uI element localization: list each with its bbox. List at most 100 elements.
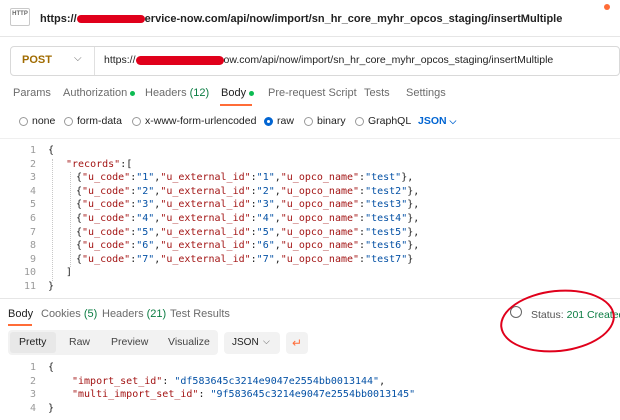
tab-tests[interactable]: Tests [364, 87, 390, 99]
line-number: 9 [29, 253, 36, 265]
json-string: "1" [256, 172, 275, 184]
code-line: {"u_code":"5","u_external_id":"5","u_opc… [76, 227, 419, 238]
view-raw-button[interactable]: Raw [69, 336, 90, 348]
json-key: "u_opco_name" [280, 172, 360, 184]
view-visualize-button[interactable]: Visualize [168, 336, 210, 348]
json-string: "test4" [365, 213, 408, 224]
json-key: "u_code" [82, 213, 131, 224]
json-string: "3" [256, 199, 275, 211]
tab-body[interactable]: Body [221, 87, 255, 99]
json-string: "4" [256, 213, 275, 224]
chevron-down-icon: ⌵ [263, 336, 270, 346]
json-string: "5" [256, 226, 275, 238]
response-tab-cookies-label: Cookies [41, 308, 81, 320]
code-line: } [48, 403, 54, 414]
wrap-lines-icon[interactable]: ↵ [286, 332, 308, 354]
body-format-select[interactable]: JSON ⌵ [418, 115, 456, 127]
response-tab-headers[interactable]: Headers (21) [102, 308, 166, 320]
url-input[interactable]: https:// ow.com/api/now/import/sn_hr_core… [104, 54, 553, 66]
code-line: "multi_import_set_id": "9f583645c3214e90… [72, 389, 415, 400]
json-string: "2" [256, 185, 275, 197]
radio-none-label: none [32, 115, 56, 127]
json-brace: }, [407, 240, 420, 252]
json-string: "test" [365, 172, 402, 184]
json-string: "2" [136, 185, 155, 197]
tab-authorization-label: Authorization [63, 87, 128, 99]
line-number: 10 [23, 267, 36, 279]
json-brace: }, [407, 185, 420, 197]
code-line: "records":[ [66, 159, 132, 170]
response-tab-body[interactable]: Body [8, 308, 33, 320]
code-line: {"u_code":"7","u_external_id":"7","u_opc… [76, 254, 413, 265]
radio-binary-label: binary [317, 115, 346, 127]
json-string: "test5" [365, 226, 408, 238]
radio-urlencoded-label: x-www-form-urlencoded [145, 115, 257, 127]
tab-pre-request-script[interactable]: Pre-request Script [268, 87, 357, 99]
view-preview-button[interactable]: Preview [111, 336, 148, 348]
json-string: "df583645c3214e9047e2554bb0013144" [174, 375, 380, 387]
response-tab-cookies[interactable]: Cookies (5) [41, 308, 97, 320]
json-brace: }, [407, 213, 420, 224]
code-line: ] [66, 267, 72, 278]
radio-raw[interactable]: raw [264, 115, 294, 127]
json-brace: } [48, 281, 55, 292]
tab-headers-count: (12) [189, 87, 210, 99]
url-redaction [135, 55, 224, 65]
json-key: "u_opco_name" [280, 185, 360, 197]
line-number: 1 [29, 145, 36, 156]
radio-form-data-label: form-data [77, 115, 122, 127]
active-dot-icon [130, 90, 136, 96]
json-string: "test2" [365, 185, 408, 197]
radio-circle-icon [19, 117, 28, 126]
radio-binary[interactable]: binary [304, 115, 346, 127]
tab-headers[interactable]: Headers (12) [145, 87, 209, 99]
json-string: "9f583645c3214e9047e2554bb0013145" [210, 389, 416, 401]
json-key: "u_code" [82, 253, 131, 265]
active-dot-icon [249, 90, 255, 96]
radio-urlencoded[interactable]: x-www-form-urlencoded [132, 115, 256, 127]
radio-circle-icon [304, 117, 313, 126]
radio-form-data[interactable]: form-data [64, 115, 122, 127]
indent-guide [70, 172, 71, 268]
line-number: 3 [29, 389, 36, 401]
response-tab-headers-count: (21) [146, 308, 167, 320]
json-key: "u_external_id" [160, 172, 251, 184]
radio-graphql-label: GraphQL [368, 115, 412, 127]
tab-authorization[interactable]: Authorization [63, 87, 136, 99]
json-key: "u_external_id" [160, 213, 251, 224]
json-key: "u_opco_name" [280, 213, 360, 224]
json-key: "u_external_id" [160, 240, 251, 252]
response-tab-test-results[interactable]: Test Results [170, 308, 230, 320]
radio-circle-icon [64, 117, 73, 126]
divider [0, 138, 620, 139]
json-bracket: ] [66, 267, 73, 279]
method-select[interactable]: POST [22, 54, 52, 66]
body-format-label: JSON [418, 115, 447, 127]
json-key: "u_external_id" [160, 199, 251, 211]
json-punct: : [198, 389, 211, 401]
url-prefix: https:// [104, 54, 136, 66]
request-title[interactable]: https:// ervice-now.com/api/now/import/sn… [40, 13, 562, 25]
code-line: {"u_code":"4","u_external_id":"4","u_opc… [76, 213, 419, 224]
radio-graphql[interactable]: GraphQL [355, 115, 411, 127]
json-brace: }, [401, 172, 414, 184]
json-brace: }, [407, 226, 420, 238]
line-number: 7 [29, 226, 36, 238]
json-string: "test7" [365, 253, 408, 265]
tab-settings[interactable]: Settings [406, 87, 446, 99]
tab-params[interactable]: Params [13, 87, 51, 99]
json-key: "u_external_id" [160, 185, 251, 197]
title-url-prefix: https:// [40, 13, 77, 25]
code-line: {"u_code":"6","u_external_id":"6","u_opc… [76, 240, 419, 251]
json-string: "5" [136, 226, 155, 238]
chevron-down-icon[interactable]: ⌵ [74, 53, 82, 64]
json-string: "7" [256, 253, 275, 265]
radio-selected-icon [264, 117, 273, 126]
line-number: 8 [29, 240, 36, 252]
response-tab-cookies-count: (5) [83, 308, 98, 320]
radio-none[interactable]: none [19, 115, 55, 127]
line-number: 11 [23, 281, 36, 292]
json-key: "u_opco_name" [280, 253, 360, 265]
view-pretty-button[interactable]: Pretty [19, 336, 46, 348]
json-string: "3" [136, 199, 155, 211]
